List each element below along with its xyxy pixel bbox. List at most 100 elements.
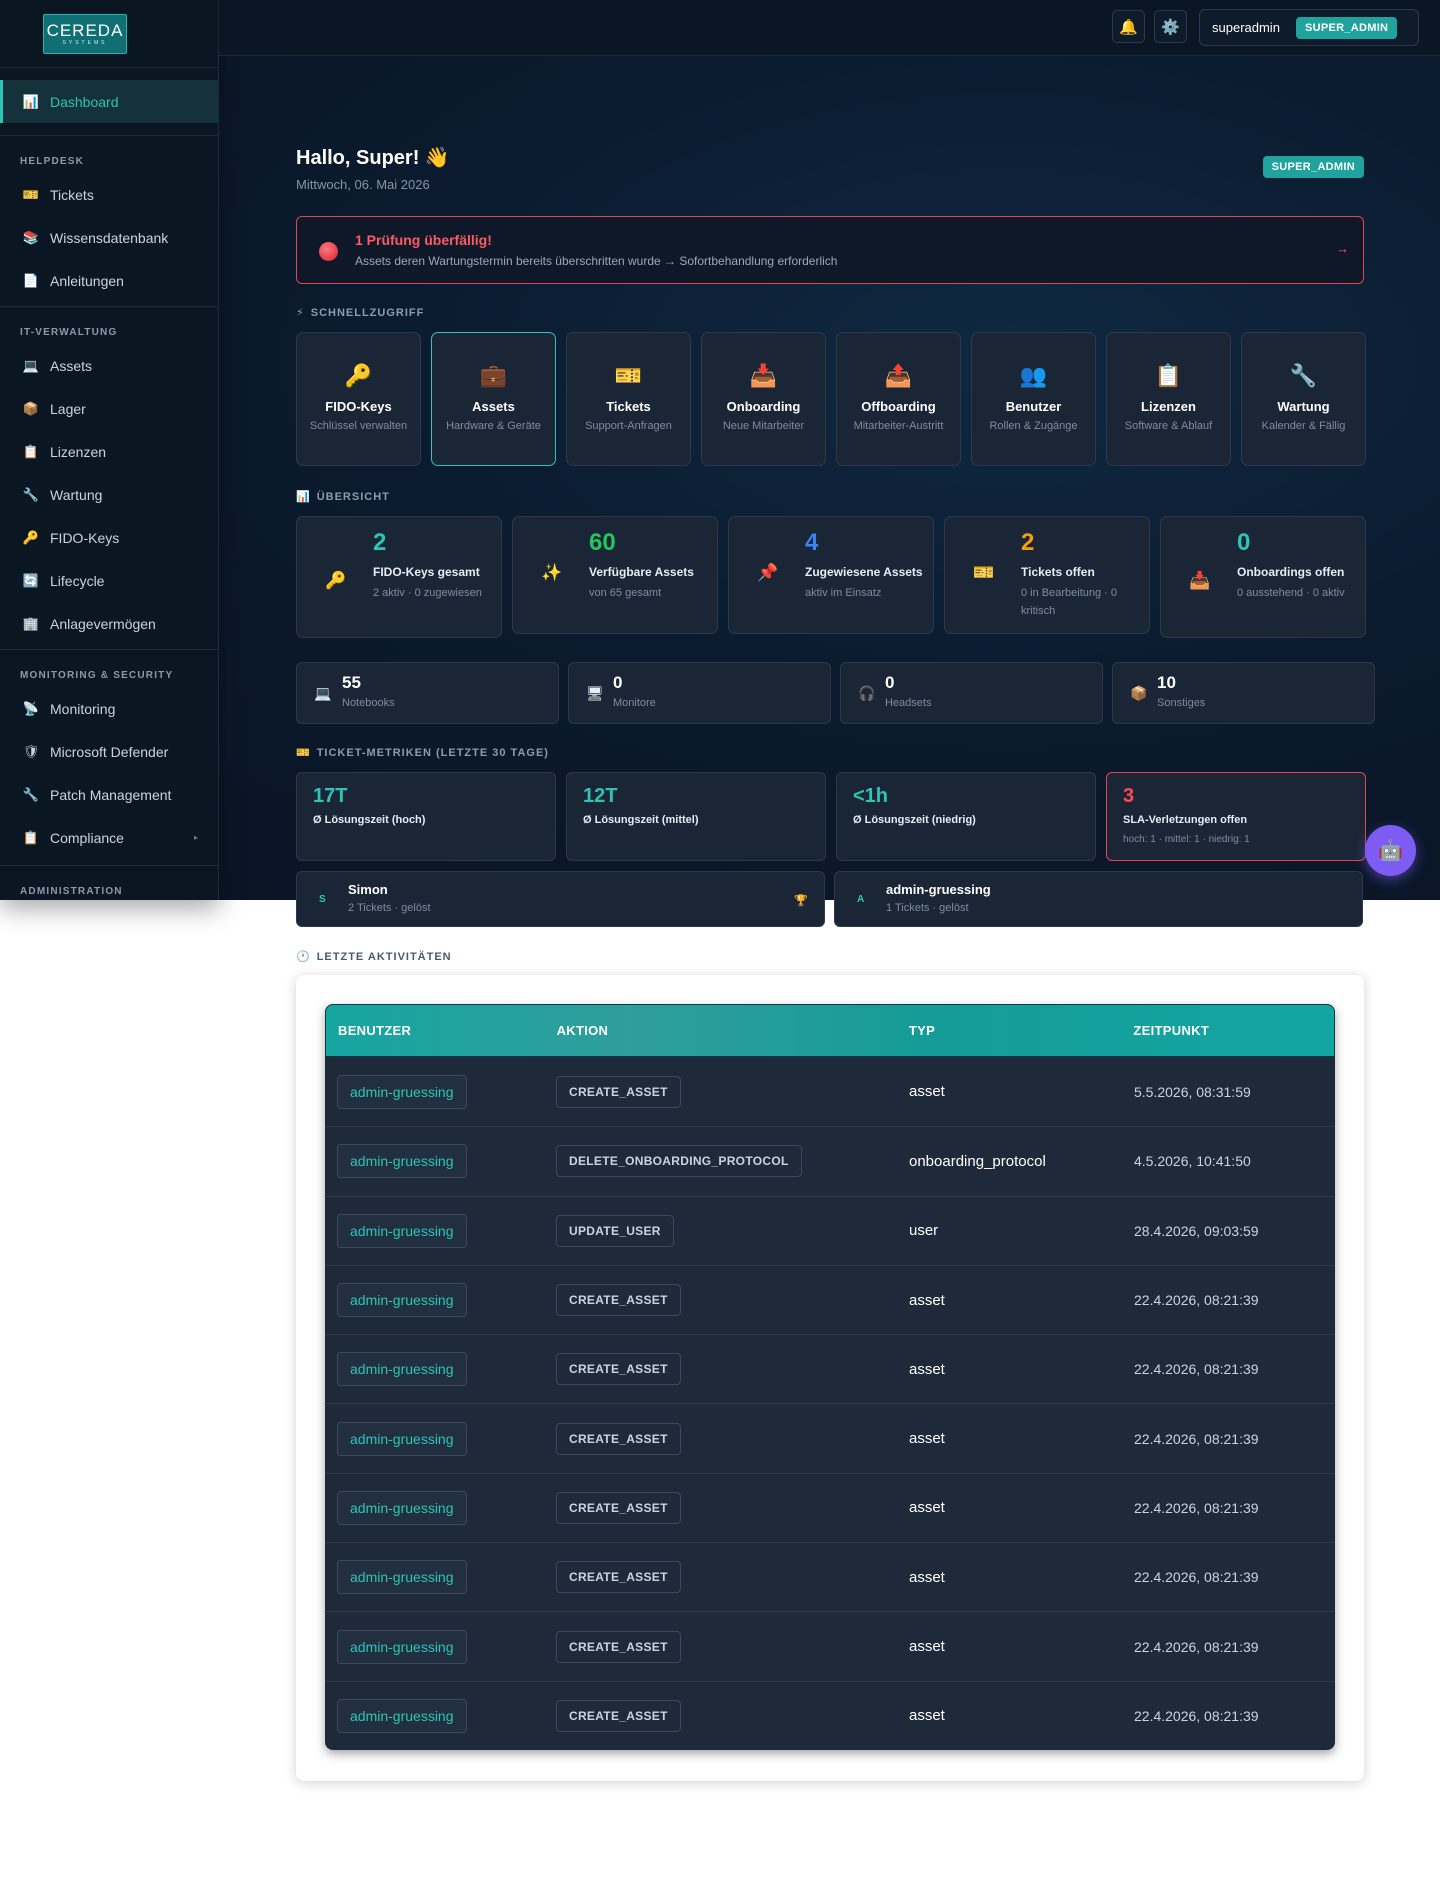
settings-button[interactable]: ⚙️	[1154, 10, 1187, 43]
ticket-icon: 🎫	[973, 563, 995, 582]
user-chip[interactable]: admin-gruessing	[337, 1352, 467, 1387]
column-header-time[interactable]: ZEITPUNKT	[1121, 1023, 1334, 1038]
sidebar-item-label: Wartung	[50, 486, 103, 503]
quick-onboarding[interactable]: 📥 Onboarding Neue Mitarbeiter	[701, 332, 826, 466]
cell-action: CREATE_ASSET	[544, 1353, 897, 1386]
quick-assets[interactable]: 💼 Assets Hardware & Geräte	[431, 332, 556, 466]
device-counts: 💻 55 Notebooks 🖥 0 Monitore 🎧 0 Headsets 📦 10 So…	[296, 662, 1375, 724]
cell-user: admin-gruessing	[325, 1698, 544, 1733]
user-chip[interactable]: admin-gruessing	[337, 1283, 467, 1318]
wrench-icon: 🔧	[1289, 363, 1318, 388]
sidebar-item-compliance[interactable]: 📋 Compliance ▸	[0, 816, 218, 859]
building-icon: 🏢	[22, 615, 40, 631]
sidebar-item-anlagevermoegen[interactable]: 🏢 Anlagevermögen	[0, 602, 218, 645]
sidebar-item-dashboard[interactable]: 📊 Dashboard	[0, 80, 218, 123]
sidebar-section-helpdesk: HELPDESK	[0, 135, 218, 173]
cell-user: admin-gruessing	[325, 1490, 544, 1525]
table-row[interactable]: admin-gruessing CREATE_ASSET asset 5.5.2026…	[325, 1057, 1335, 1126]
red-circle-icon	[319, 242, 338, 261]
sidebar-item-lizenzen[interactable]: 📋 Lizenzen	[0, 430, 218, 473]
notifications-button[interactable]: 🔔	[1112, 10, 1145, 43]
quick-wartung[interactable]: 🔧 Wartung Kalender & Fällig	[1241, 332, 1366, 466]
stat-fido-keys[interactable]: 🔑 2 FIDO-Keys gesamt 2 aktiv · 0 zugewiesen	[296, 516, 502, 638]
sidebar-item-wartung[interactable]: 🔧 Wartung	[0, 473, 218, 516]
quick-tickets[interactable]: 🎫 Tickets Support-Anfragen	[566, 332, 691, 466]
quick-sub: Support-Anfragen	[585, 420, 672, 432]
outbox-icon: 📤	[884, 363, 913, 388]
solver-card[interactable]: Aadmin-gruessing 1 Tickets · gelöst	[834, 871, 1363, 927]
table-row[interactable]: admin-gruessing CREATE_ASSET asset 22.4.202…	[325, 1472, 1335, 1542]
column-header-type[interactable]: TYP	[897, 1023, 1122, 1038]
clipboard-icon: 📋	[1154, 363, 1183, 388]
bar-chart-icon: 📊	[296, 491, 311, 503]
quick-title: Benutzer	[1005, 399, 1062, 414]
sidebar-item-microsoft-defender[interactable]: 🛡 Microsoft Defender	[0, 730, 218, 773]
arrow-right-icon: →	[1336, 241, 1349, 256]
table-row[interactable]: admin-gruessing CREATE_ASSET asset 22.4.202…	[325, 1334, 1335, 1403]
stat-open-onboardings[interactable]: 📥 0 Onboardings offen 0 ausstehend · 0 akti…	[1160, 516, 1366, 638]
sidebar-item-label: Anlagevermögen	[50, 615, 156, 632]
action-badge: CREATE_ASSET	[556, 1699, 681, 1732]
sidebar-item-monitoring[interactable]: 📡 Monitoring	[0, 687, 218, 730]
table-row[interactable]: admin-gruessing CREATE_ASSET asset 22.4.202…	[325, 1680, 1335, 1750]
stat-open-tickets[interactable]: 🎫 2 Tickets offen 0 in Bearbeitung · 0 krit…	[944, 516, 1150, 634]
quick-benutzer[interactable]: 👥 Benutzer Rollen & Zugänge	[971, 332, 1096, 466]
monitor-icon: 🖥	[586, 685, 604, 701]
table-row[interactable]: admin-gruessing CREATE_ASSET asset 22.4.202…	[325, 1611, 1335, 1680]
metric-medium: 12T Ø Lösungszeit (mittel)	[566, 772, 826, 861]
ticket-icon: 🎫	[614, 363, 643, 388]
device-headsets[interactable]: 🎧 0 Headsets	[840, 662, 1103, 724]
top-solvers: S Simon 2 Tickets · gelöst 🏆 Aadmin-gruessi…	[296, 871, 1363, 927]
metric-sla-violations[interactable]: 3 SLA-Verletzungen offen hoch: 1 · mittel:…	[1106, 772, 1366, 861]
table-row[interactable]: admin-gruessing CREATE_ASSET asset 22.4.202…	[325, 1264, 1335, 1334]
sidebar-item-wissensdatenbank[interactable]: 📚 Wissensdatenbank	[0, 216, 218, 259]
column-header-user[interactable]: BENUTZER	[326, 1023, 545, 1038]
stat-sub: von 65 gesamt	[589, 587, 662, 599]
user-chip[interactable]: admin-gruessing	[337, 1074, 467, 1109]
sidebar-item-fido-keys[interactable]: 🔑 FIDO-Keys	[0, 516, 218, 559]
metric-value: 12T	[583, 785, 618, 807]
sidebar-item-tickets[interactable]: 🎫 Tickets	[0, 173, 218, 216]
quick-offboarding[interactable]: 📤 Offboarding Mitarbeiter-Austritt	[836, 332, 961, 466]
user-chip[interactable]: admin-gruessing	[337, 1144, 467, 1179]
solver-name: Simon	[348, 882, 388, 897]
sidebar-item-lager[interactable]: 📦 Lager	[0, 387, 218, 430]
overview-grid: 🔑 2 FIDO-Keys gesamt 2 aktiv · 0 zugewiesen…	[296, 516, 1366, 638]
assistant-bot-button[interactable]: 🤖	[1365, 825, 1416, 876]
quick-fido-keys[interactable]: 🔑 FIDO-Keys Schlüssel verwalten	[296, 332, 421, 466]
stat-value: 0	[1237, 529, 1251, 556]
device-sonstiges[interactable]: 📦 10 Sonstiges	[1112, 662, 1375, 724]
overdue-alert[interactable]: 1 Prüfung überfällig! Assets deren Wartu…	[296, 216, 1364, 284]
user-chip[interactable]: admin-gruessing	[337, 1490, 467, 1525]
sidebar-item-lifecycle[interactable]: 🔄 Lifecycle	[0, 559, 218, 602]
sidebar-item-anleitungen[interactable]: 📄 Anleitungen	[0, 259, 218, 302]
solver-card[interactable]: S Simon 2 Tickets · gelöst 🏆	[296, 871, 825, 927]
cell-time: 28.4.2026, 09:03:59	[1134, 1222, 1259, 1239]
stat-label: Tickets offen	[1021, 565, 1095, 579]
package-icon: 📦	[22, 400, 40, 416]
table-row[interactable]: admin-gruessing DELETE_ONBOARDING_PROTOCO…	[325, 1126, 1335, 1195]
column-header-action[interactable]: AKTION	[545, 1023, 897, 1038]
user-chip[interactable]: admin-gruessing	[337, 1698, 467, 1733]
quick-lizenzen[interactable]: 📋 Lizenzen Software & Ablauf	[1106, 332, 1231, 466]
stat-available-assets[interactable]: ✨ 60 Verfügbare Assets von 65 gesamt	[512, 516, 718, 634]
sidebar-item-assets[interactable]: 💻 Assets	[0, 344, 218, 387]
table-row[interactable]: admin-gruessing CREATE_ASSET asset 22.4.202…	[325, 1403, 1335, 1472]
user-chip[interactable]: admin-gruessing	[337, 1560, 467, 1595]
action-badge: UPDATE_USER	[556, 1214, 674, 1247]
table-row[interactable]: admin-gruessing CREATE_ASSET asset 22.4.202…	[325, 1542, 1335, 1611]
sidebar-item-patch-management[interactable]: 🔧 Patch Management	[0, 773, 218, 816]
user-menu[interactable]: superadmin SUPER_ADMIN	[1199, 9, 1419, 46]
stat-assigned-assets[interactable]: 📌 4 Zugewiesene Assets aktiv im Einsatz	[728, 516, 934, 634]
user-chip[interactable]: admin-gruessing	[337, 1629, 467, 1664]
metric-label: Ø Lösungszeit (mittel)	[583, 814, 699, 826]
cereda-logo[interactable]: CEREDA SYSTEMS	[43, 13, 127, 54]
user-chip[interactable]: admin-gruessing	[337, 1213, 467, 1248]
sidebar-item-label: Microsoft Defender	[50, 743, 169, 760]
document-icon: 📄	[22, 272, 40, 288]
user-chip[interactable]: admin-gruessing	[337, 1421, 467, 1456]
table-row[interactable]: admin-gruessing UPDATE_USER user 28.4.2026,…	[325, 1195, 1335, 1265]
device-notebooks[interactable]: 💻 55 Notebooks	[296, 662, 559, 724]
device-monitore[interactable]: 🖥 0 Monitore	[568, 662, 831, 724]
satellite-icon: 📡	[22, 700, 40, 716]
